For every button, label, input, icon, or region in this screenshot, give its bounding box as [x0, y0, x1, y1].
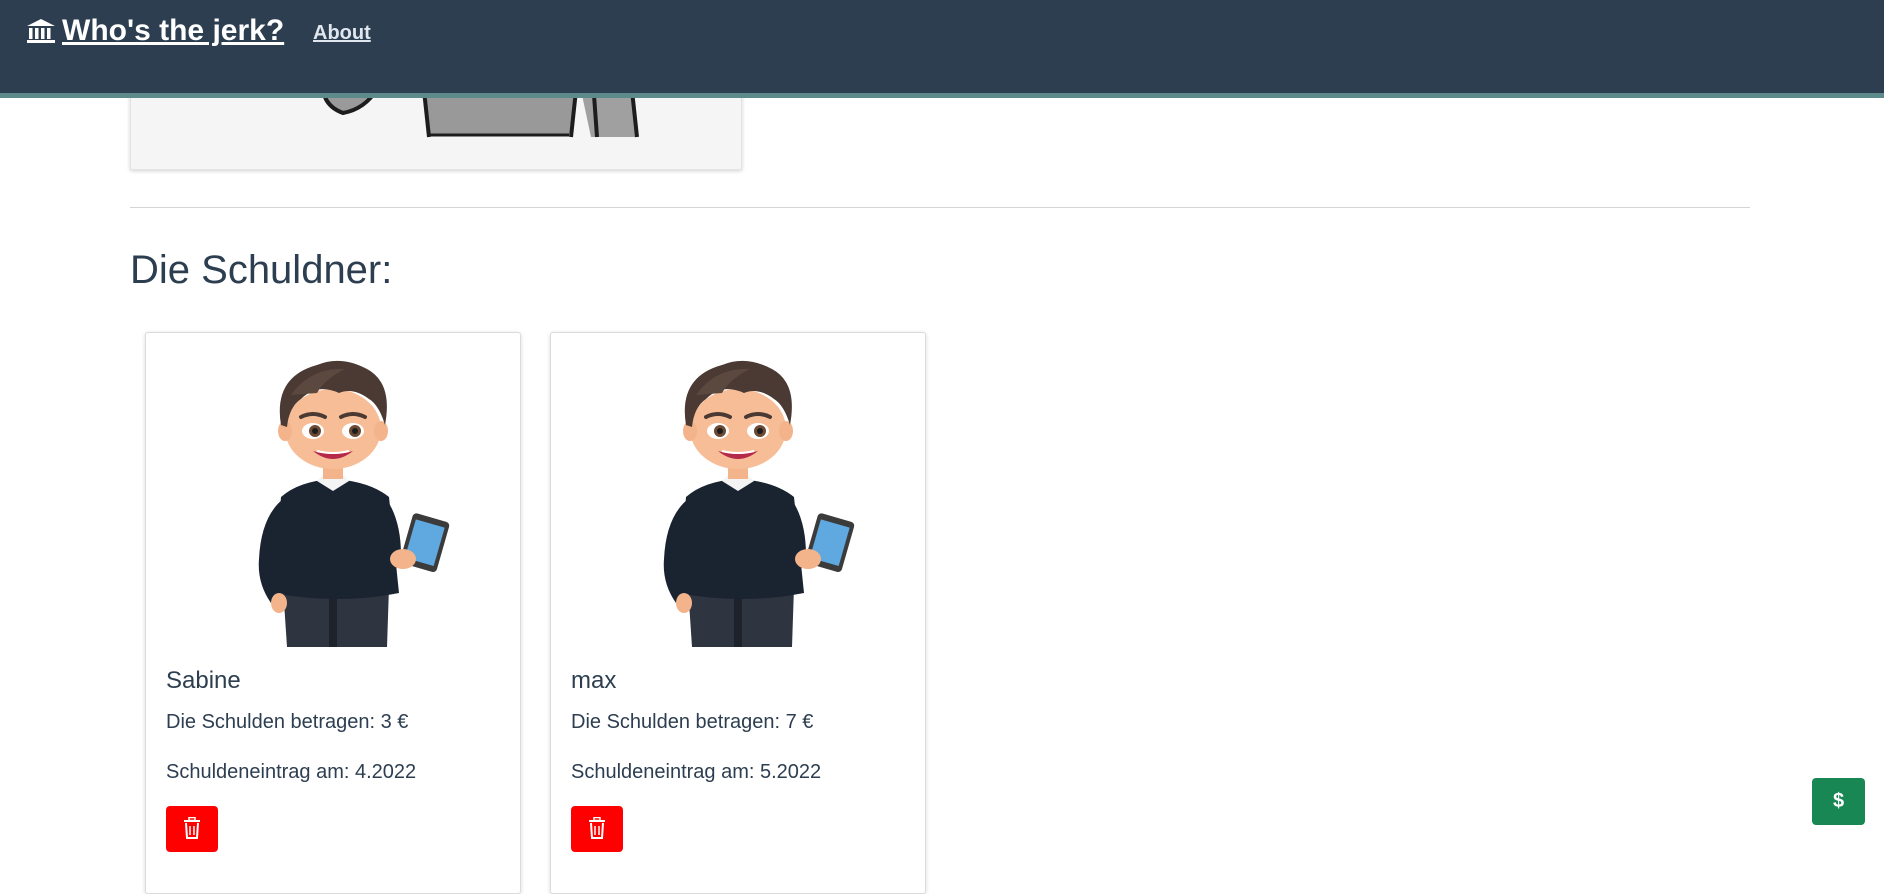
section-title: Die Schuldner:	[130, 248, 393, 292]
debtor-name: Sabine	[166, 667, 241, 694]
add-debt-button[interactable]: $	[1812, 778, 1865, 825]
debt-amount: Die Schulden betragen: 7 €	[571, 711, 814, 733]
top-navbar: Who's the jerk? About	[0, 0, 1884, 98]
debtor-name: max	[571, 667, 617, 694]
debtor-card: max Die Schulden betragen: 7 € Schuldene…	[550, 332, 926, 894]
divider	[130, 207, 1750, 208]
debt-amount: Die Schulden betragen: 3 €	[166, 711, 409, 733]
bank-icon	[26, 18, 56, 44]
cartoon-man-avatar	[256, 358, 451, 647]
brand-label: Who's the jerk?	[62, 14, 285, 47]
brand-link[interactable]: Who's the jerk?	[26, 14, 284, 48]
cartoon-man-avatar	[661, 358, 856, 647]
delete-button[interactable]	[166, 806, 218, 852]
delete-button[interactable]	[571, 806, 623, 852]
debt-date: Schuldeneintrag am: 4.2022	[166, 761, 417, 783]
trash-icon	[587, 816, 607, 842]
debtor-card: Sabine Die Schulden betragen: 3 € Schuld…	[145, 332, 521, 894]
debt-date: Schuldeneintrag am: 5.2022	[571, 761, 822, 783]
trash-icon	[182, 816, 202, 842]
nav-about-link[interactable]: About	[313, 22, 371, 45]
